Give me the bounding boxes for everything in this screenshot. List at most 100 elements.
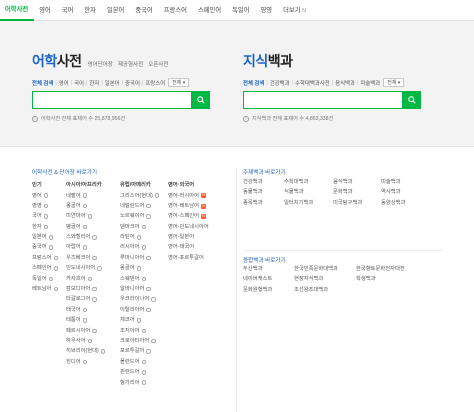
lang-link[interactable]: 러시아어 [120,242,159,252]
general_section-link[interactable]: 문화원형백과 [243,285,272,295]
lang-link[interactable]: 국어 [32,211,58,221]
topic_section-link[interactable]: 문화백과 [333,187,362,197]
filter-item[interactable]: 한자 [89,79,99,87]
nav-item-3[interactable]: 한자 [79,0,102,21]
lang-link[interactable]: 타갈로그어 [66,294,105,304]
lang-link[interactable]: 영어-포르투갈어 [168,253,209,263]
topic_section-link[interactable]: 미국탐구백과 [333,198,362,208]
filter-all[interactable]: 전체 검색 [243,79,264,87]
general_section-link[interactable]: 두산백과 [243,264,272,274]
lang-link[interactable]: 영영 [32,201,58,211]
lang-link[interactable]: 라틴어 [120,232,159,242]
general_section-link[interactable]: 학생백과 [356,274,405,284]
lang-link[interactable]: 프랑스어 [32,253,58,263]
topic_section-link[interactable]: 역사백과 [381,187,405,197]
filter-item[interactable]: 미술백과 [360,79,380,87]
filter-item[interactable]: 수학대백과사전 [295,79,330,87]
nav-item-7[interactable]: 스페인어 [193,0,227,21]
topic_section-link[interactable]: 종목백과 [243,198,263,208]
lang-link[interactable]: 페르시아어 [66,326,105,336]
lang-link[interactable]: 몽골어 [120,263,159,273]
filter-item[interactable]: 영어 [59,79,69,87]
lang-link[interactable]: 헝가리어 [120,378,159,388]
nav-item-9[interactable]: 영영 [256,0,279,21]
lang-link[interactable]: 일본어 [32,232,58,242]
filter-dropdown[interactable]: 전체 ▾ [168,78,190,87]
lang-link[interactable]: 힌디어 [66,357,105,367]
lang-link[interactable]: 폴란드어 [120,357,159,367]
lang-link[interactable]: 이탈리아어 [120,305,159,315]
lang-link[interactable]: 영어-일본어 [168,232,209,242]
filter-item[interactable]: 프랑스어 [145,79,165,87]
lang-link[interactable]: 우크라이나어 [120,294,159,304]
lang-link[interactable]: 영어-인도네시아어 [168,222,209,232]
lang-link[interactable]: 네덜란드어 [120,201,159,211]
topic_section-link[interactable]: 수학대백과 [284,177,313,187]
encyclopedia-title[interactable]: 지식백과 [243,51,293,71]
lang-link[interactable]: 스페인어 [32,263,58,273]
filter-item[interactable]: 중국어 [125,79,140,87]
nav-item-6[interactable]: 프랑스어 [159,0,193,21]
nav-item-5[interactable]: 중국어 [130,0,158,21]
lang-link[interactable]: 우즈베크어 [66,253,105,263]
lang-link[interactable]: 카자흐어 [66,274,105,284]
lang-link[interactable]: 네팔어 [66,191,105,201]
nav-item-8[interactable]: 독일어 [227,0,255,21]
lang-link[interactable]: 하우사어 [66,336,105,346]
lang-link[interactable]: 몽골어 [66,201,105,211]
lang-link[interactable]: 벵골어 [66,222,105,232]
lang-link[interactable]: 루마니아어 [120,253,159,263]
nav-more-button[interactable]: 더보기 N [278,0,312,21]
lang-link[interactable]: 태국어 [66,305,105,315]
filter-item[interactable]: 음식백과 [335,79,355,87]
nav-item-1[interactable]: 영어 [34,0,57,21]
lang-link[interactable]: 알바니아어 [120,284,159,294]
filter-item[interactable]: 국어 [74,79,84,87]
lang-link[interactable]: 독일어 [32,274,58,284]
topic_section-link[interactable]: 동양상백과 [381,198,405,208]
lang-link[interactable]: 테툼어 [66,315,105,325]
lang-link[interactable]: 한자 [32,222,58,232]
lang-link[interactable]: 중국어 [32,242,58,252]
lang-link[interactable]: 인도네시아어 [66,263,105,273]
encyclopedia-search-button[interactable] [403,91,421,109]
lang-link[interactable]: 아랍어 [66,242,105,252]
lang-link[interactable]: 히브리어(현대) [66,346,106,356]
encyclopedia-search-input[interactable] [243,91,403,109]
lang-link[interactable]: 영어 [32,191,58,201]
dictionary-sub-link[interactable]: 제공형사전 [118,62,143,68]
filter-all[interactable]: 전체 검색 [32,79,53,87]
dictionary-search-input[interactable] [32,91,192,109]
lang-link[interactable]: 캄보디아어 [66,284,105,294]
dictionary-search-button[interactable] [192,91,210,109]
lang-link[interactable]: 미얀마어 [66,211,105,221]
topic_section-link[interactable]: 일터치기백과 [284,198,313,208]
lang-link[interactable]: 조지아어 [120,326,159,336]
nav-item-2[interactable]: 국어 [57,0,80,21]
nav-item-4[interactable]: 일본어 [102,0,130,21]
general_section-link[interactable]: 조선왕조대백과 [294,285,338,295]
dictionary-title[interactable]: 어학사전 [32,51,82,71]
lang-link[interactable]: 영어-태국어 [168,242,209,252]
filter-dropdown[interactable]: 전체 ▾ [383,78,405,87]
lang-link[interactable]: 노르웨이어 [120,211,159,221]
dictionary-sub-link[interactable]: 오픈사전 [148,62,168,68]
lang-link[interactable]: 베트남어 [32,284,58,294]
lang-link[interactable]: 덴마크어 [120,222,159,232]
lang-link[interactable]: 체코어 [120,315,159,325]
filter-item[interactable]: 일본어 [105,79,120,87]
lang-link[interactable]: 포르투갈어 [120,346,159,356]
general_section-link[interactable]: 네이버캐스트 [243,274,272,284]
dictionary-sub-link[interactable]: 영어단어장 [88,62,113,68]
topic_section-link[interactable]: 건강백과 [243,177,263,187]
nav-item-0[interactable]: 어학사전 [0,0,35,21]
topic_section-link[interactable]: 식물백과 [284,187,313,197]
topic_section-link[interactable]: 미술백과 [381,177,405,187]
lang-link[interactable]: 스웨덴어 [120,274,159,284]
lang-link[interactable]: 영어-스페인어 N [168,211,209,221]
lang-link[interactable]: 영어-베트남어 N [168,201,209,211]
filter-item[interactable]: 건강백과 [270,79,290,87]
lang-link[interactable]: 핀란드어 [120,367,159,377]
lang-link[interactable]: 크로아티아어 [120,336,159,346]
lang-link[interactable]: 스와힐리어 [66,232,105,242]
